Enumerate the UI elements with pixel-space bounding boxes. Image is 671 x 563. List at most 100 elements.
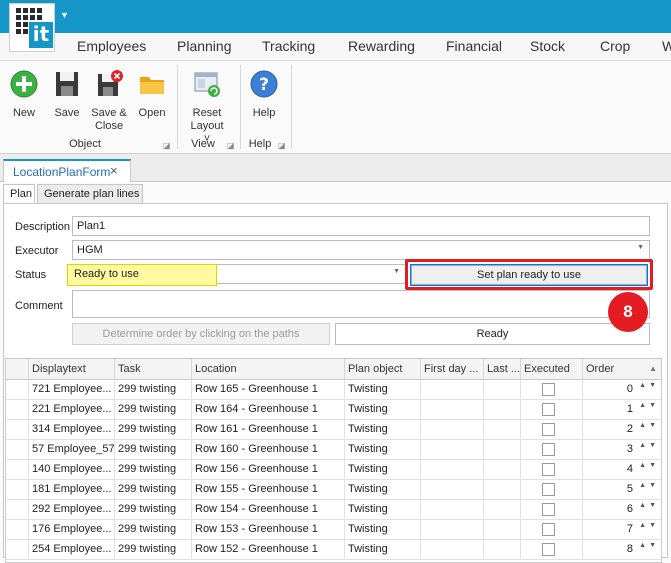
row-indicator[interactable] [6,400,29,420]
menu-employees[interactable]: Employees [77,38,146,54]
executed-checkbox[interactable] [542,543,555,556]
chevron-down-icon[interactable]: ▼ [637,244,644,251]
executed-checkbox[interactable] [542,403,555,416]
cell-displaytext[interactable]: 181 Employee... [29,480,115,500]
cell-plan-object[interactable]: Twisting [345,380,421,400]
cell-order[interactable]: 6 ▲▼ [583,500,661,520]
table-row[interactable]: 221 Employee... 299 twisting Row 164 - Gre… [6,400,661,420]
table-row[interactable]: 721 Employee... 299 twisting Row 165 - Gre… [6,380,661,400]
cell-task[interactable]: 299 twisting [115,460,192,480]
cell-order[interactable]: 1 ▲▼ [583,400,661,420]
executed-checkbox[interactable] [542,503,555,516]
description-field[interactable]: Plan1 [72,216,650,236]
cell-first-day[interactable] [421,460,484,480]
tab-plan[interactable]: Plan [3,184,35,204]
cell-last[interactable] [484,500,521,520]
cell-task[interactable]: 299 twisting [115,380,192,400]
app-logo[interactable]: it [9,3,55,52]
row-indicator[interactable] [6,500,29,520]
order-spinner-icon[interactable]: ▲▼ [639,502,659,509]
row-indicator[interactable] [6,480,29,500]
cell-task[interactable]: 299 twisting [115,480,192,500]
cell-last[interactable] [484,540,521,560]
executor-select[interactable]: HGM ▼ [72,240,650,260]
cell-location[interactable]: Row 165 - Greenhouse 1 [192,380,345,400]
cell-location[interactable]: Row 161 - Greenhouse 1 [192,420,345,440]
cell-first-day[interactable] [421,380,484,400]
cell-last[interactable] [484,460,521,480]
help-button[interactable]: ? Help [246,69,282,120]
determine-order-button[interactable]: Determine order by clicking on the paths [72,323,330,345]
cell-last[interactable] [484,380,521,400]
cell-plan-object[interactable]: Twisting [345,440,421,460]
executed-checkbox[interactable] [542,383,555,396]
cell-plan-object[interactable]: Twisting [345,520,421,540]
column-header-last[interactable]: Last ... [484,359,521,380]
table-row[interactable]: 254 Employee... 299 twisting Row 152 - Gre… [6,540,661,560]
menu-crop[interactable]: Crop [600,38,630,54]
cell-last[interactable] [484,480,521,500]
cell-plan-object[interactable]: Twisting [345,540,421,560]
menu-tracking[interactable]: Tracking [262,38,315,54]
cell-plan-object[interactable]: Twisting [345,480,421,500]
cell-task[interactable]: 299 twisting [115,540,192,560]
cell-last[interactable] [484,400,521,420]
cell-displaytext[interactable]: 57 Employee_57 [29,440,115,460]
cell-first-day[interactable] [421,500,484,520]
cell-displaytext[interactable]: 314 Employee... [29,420,115,440]
cell-location[interactable]: Row 155 - Greenhouse 1 [192,480,345,500]
cell-displaytext[interactable]: 721 Employee... [29,380,115,400]
cell-order[interactable]: 4 ▲▼ [583,460,661,480]
cell-task[interactable]: 299 twisting [115,500,192,520]
executed-checkbox[interactable] [542,463,555,476]
cell-displaytext[interactable]: 221 Employee... [29,400,115,420]
menu-planning[interactable]: Planning [177,38,232,54]
menu-stock[interactable]: Stock [530,38,565,54]
row-indicator[interactable] [6,440,29,460]
ready-button[interactable]: Ready [335,323,650,345]
order-spinner-icon[interactable]: ▲▼ [639,442,659,449]
executed-checkbox[interactable] [542,423,555,436]
cell-location[interactable]: Row 160 - Greenhouse 1 [192,440,345,460]
new-button[interactable]: New [6,69,42,120]
cell-task[interactable]: 299 twisting [115,520,192,540]
set-plan-ready-button[interactable]: Set plan ready to use [410,264,648,286]
help-group-launcher-icon[interactable]: ◪ [278,141,286,150]
cell-plan-object[interactable]: Twisting [345,400,421,420]
chevron-down-icon[interactable]: ▼ [393,268,400,275]
cell-first-day[interactable] [421,520,484,540]
cell-task[interactable]: 299 twisting [115,400,192,420]
cell-displaytext[interactable]: 292 Employee... [29,500,115,520]
table-row[interactable]: 176 Employee... 299 twisting Row 153 - Gre… [6,520,661,540]
order-spinner-icon[interactable]: ▲▼ [639,422,659,429]
cell-first-day[interactable] [421,540,484,560]
column-header-order[interactable]: Order ▲ [583,359,661,380]
cell-task[interactable]: 299 twisting [115,420,192,440]
cell-order[interactable]: 8 ▲▼ [583,540,661,560]
order-spinner-icon[interactable]: ▲▼ [639,522,659,529]
order-spinner-icon[interactable]: ▲▼ [639,402,659,409]
cell-order[interactable]: 0 ▲▼ [583,380,661,400]
table-row[interactable]: 292 Employee... 299 twisting Row 154 - Gre… [6,500,661,520]
table-row[interactable]: 181 Employee... 299 twisting Row 155 - Gre… [6,480,661,500]
table-row[interactable]: 57 Employee_57 299 twisting Row 160 - Gree… [6,440,661,460]
executed-checkbox[interactable] [542,443,555,456]
row-indicator[interactable] [6,420,29,440]
cell-plan-object[interactable]: Twisting [345,460,421,480]
menu-financial[interactable]: Financial [446,38,502,54]
cell-location[interactable]: Row 152 - Greenhouse 1 [192,540,345,560]
cell-plan-object[interactable]: Twisting [345,420,421,440]
open-button[interactable]: Open [135,69,169,120]
cell-order[interactable]: 3 ▲▼ [583,440,661,460]
column-header-displaytext[interactable]: Displaytext [29,359,115,380]
row-indicator[interactable] [6,540,29,560]
cell-location[interactable]: Row 164 - Greenhouse 1 [192,400,345,420]
view-group-launcher-icon[interactable]: ◪ [227,141,235,150]
row-indicator[interactable] [6,460,29,480]
cell-task[interactable]: 299 twisting [115,440,192,460]
executed-checkbox[interactable] [542,523,555,536]
column-header-plan-object[interactable]: Plan object [345,359,421,380]
column-header-executed[interactable]: Executed [521,359,583,380]
cell-first-day[interactable] [421,440,484,460]
order-spinner-icon[interactable]: ▲▼ [639,542,659,549]
